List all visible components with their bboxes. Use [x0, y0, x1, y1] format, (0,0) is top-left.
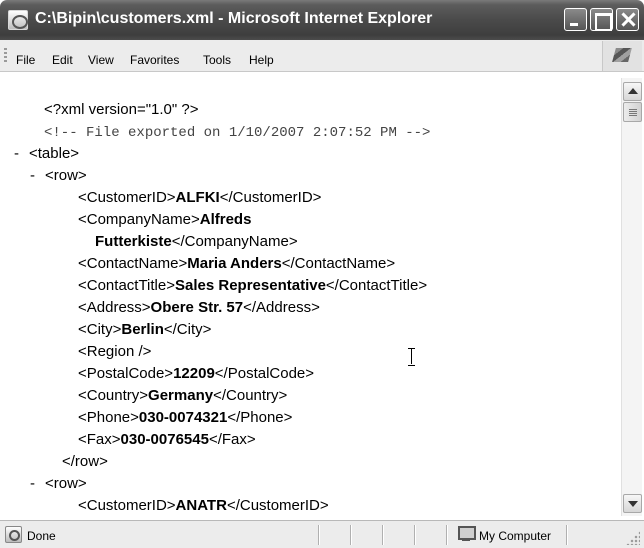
vertical-scrollbar[interactable] [621, 78, 642, 516]
resize-grip-icon[interactable] [626, 531, 640, 545]
close-button[interactable] [616, 8, 639, 31]
xml-field-companyname: <CompanyName>Alfreds [78, 211, 252, 228]
collapse-row2-toggle[interactable]: - [30, 475, 35, 492]
xml-field-companyname-cont: Futterkiste</CompanyName> [95, 233, 298, 250]
toolbar-grip-icon[interactable] [4, 48, 7, 64]
xml-field-fax: <Fax>030-0076545</Fax> [78, 431, 256, 448]
page-status-icon [5, 526, 22, 543]
status-divider [350, 525, 352, 545]
xml-field-contacttitle: <ContactTitle>Sales Representative</Cont… [78, 277, 428, 294]
security-zone-label: My Computer [479, 529, 552, 543]
minimize-button[interactable] [564, 8, 587, 31]
xml-field-country: <Country>Germany</Country> [78, 387, 288, 404]
internet-explorer-icon [8, 10, 28, 30]
xml-field-city: <City>Berlin</City> [78, 321, 212, 338]
row-open-tag: <row> [45, 167, 87, 184]
collapse-table-toggle[interactable]: - [14, 145, 19, 162]
xml-document-view[interactable]: <?xml version="1.0" ?> <!-- File exporte… [2, 76, 620, 516]
row2-open-tag: <row> [45, 475, 87, 492]
menu-help[interactable]: Help [249, 53, 274, 67]
my-computer-icon [458, 526, 476, 541]
xml-comment: <!-- File exported on 1/10/2007 2:07:52 … [44, 125, 431, 141]
scroll-up-button[interactable] [623, 82, 642, 101]
menu-edit[interactable]: Edit [52, 53, 73, 67]
status-divider [382, 525, 384, 545]
window-title: C:\Bipin\customers.xml - Microsoft Inter… [35, 10, 433, 27]
menu-bar: File Edit View Favorites Tools Help [0, 40, 644, 72]
xml-field-contactname: <ContactName>Maria Anders</ContactName> [78, 255, 396, 272]
status-divider [318, 525, 320, 545]
xml-field-region: <Region /> [78, 343, 152, 360]
scroll-thumb[interactable] [623, 102, 642, 122]
windows-logo-icon [602, 41, 642, 71]
collapse-row-toggle[interactable]: - [30, 167, 35, 184]
status-divider [566, 525, 568, 545]
xml-field-phone: <Phone>030-0074321</Phone> [78, 409, 293, 426]
menu-favorites[interactable]: Favorites [130, 53, 179, 67]
ie-window: C:\Bipin\customers.xml - Microsoft Inter… [0, 0, 644, 548]
scroll-down-button[interactable] [623, 494, 642, 513]
text-cursor-icon [407, 346, 416, 366]
status-divider [446, 525, 448, 545]
menu-tools[interactable]: Tools [203, 53, 231, 67]
xml-declaration: <?xml version="1.0" ?> [44, 101, 199, 118]
xml-field-customerid-row2: <CustomerID>ANATR</CustomerID> [78, 497, 329, 514]
status-text: Done [27, 529, 56, 543]
menu-file[interactable]: File [16, 53, 35, 67]
row-close-tag: </row> [62, 453, 108, 470]
menu-view[interactable]: View [88, 53, 114, 67]
xml-field-address: <Address>Obere Str. 57</Address> [78, 299, 320, 316]
maximize-button[interactable] [590, 8, 613, 31]
status-divider [414, 525, 416, 545]
title-bar[interactable]: C:\Bipin\customers.xml - Microsoft Inter… [0, 0, 644, 40]
status-bar: Done My Computer [0, 520, 644, 548]
xml-field-postalcode: <PostalCode>12209</PostalCode> [78, 365, 315, 382]
xml-field-customerid: <CustomerID>ALFKI</CustomerID> [78, 189, 322, 206]
table-open-tag: <table> [29, 145, 80, 162]
